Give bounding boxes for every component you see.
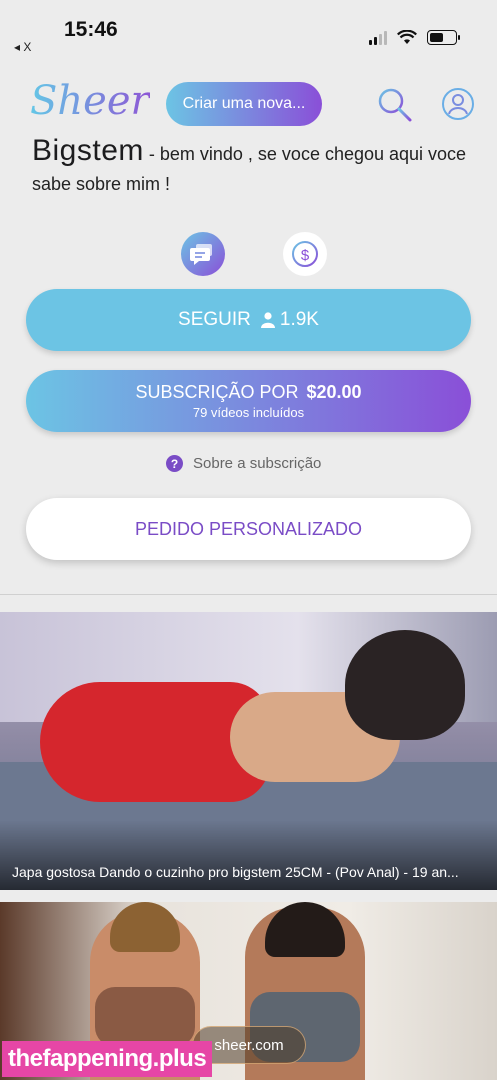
subscribe-detail: 79 vídeos incluídos bbox=[192, 405, 305, 420]
wifi-icon bbox=[397, 30, 417, 44]
profile-bio: Bigstem - bem vindo , se voce chegou aqu… bbox=[32, 130, 472, 197]
post-thumbnail-hair bbox=[110, 902, 180, 952]
subscribe-line: SUBSCRIÇÃO POR $20.00 bbox=[135, 382, 361, 403]
subscribe-label: SUBSCRIÇÃO POR bbox=[135, 382, 299, 402]
follower-count-value: 1.9K bbox=[279, 309, 319, 330]
subscribe-button[interactable]: SUBSCRIÇÃO POR $20.00 79 vídeos incluído… bbox=[26, 370, 471, 432]
post-thumbnail-top bbox=[95, 987, 195, 1047]
video-post-card[interactable]: Japa gostosa Dando o cuzinho pro bigstem… bbox=[0, 612, 497, 890]
chat-bubble-icon bbox=[190, 244, 212, 265]
back-to-app-link[interactable]: ◂ X bbox=[14, 40, 31, 54]
search-icon[interactable] bbox=[376, 86, 414, 124]
status-time: 15:46 bbox=[64, 18, 118, 41]
person-icon bbox=[260, 312, 275, 328]
cellular-signal-icon bbox=[369, 30, 387, 45]
chat-icon[interactable] bbox=[181, 232, 225, 276]
post-thumbnail-hair bbox=[345, 630, 465, 740]
battery-icon bbox=[427, 30, 460, 45]
status-bar: 15:46 ◂ X bbox=[0, 0, 497, 64]
question-icon: ? bbox=[166, 455, 183, 472]
profile-name: Bigstem bbox=[32, 134, 144, 167]
profile-action-icons: $ bbox=[0, 232, 497, 276]
user-silhouette-icon bbox=[448, 94, 468, 115]
follower-count: 1.9K bbox=[260, 309, 319, 331]
section-divider bbox=[0, 594, 497, 595]
svg-text:$: $ bbox=[301, 247, 310, 264]
dollar-icon[interactable]: $ bbox=[283, 232, 327, 276]
follow-label: SEGUIR bbox=[178, 309, 251, 330]
sheer-logo[interactable]: Sheer bbox=[30, 78, 150, 124]
about-subscription-label: Sobre a subscrição bbox=[193, 455, 322, 472]
about-subscription-link[interactable]: ? Sobre a subscrição bbox=[166, 455, 321, 472]
custom-request-button[interactable]: PEDIDO PERSONALIZADO bbox=[26, 498, 471, 560]
follow-button[interactable]: SEGUIR 1.9K bbox=[26, 289, 471, 351]
dollar-coin-icon: $ bbox=[292, 241, 318, 267]
post-caption: Japa gostosa Dando o cuzinho pro bigstem… bbox=[12, 864, 459, 880]
create-new-button[interactable]: Criar uma nova... bbox=[166, 82, 322, 126]
battery-level bbox=[430, 33, 444, 42]
site-watermark: thefappening.plus bbox=[2, 1041, 213, 1077]
subscribe-price: $20.00 bbox=[306, 382, 362, 402]
status-icons bbox=[369, 30, 460, 45]
profile-icon[interactable] bbox=[442, 88, 474, 120]
